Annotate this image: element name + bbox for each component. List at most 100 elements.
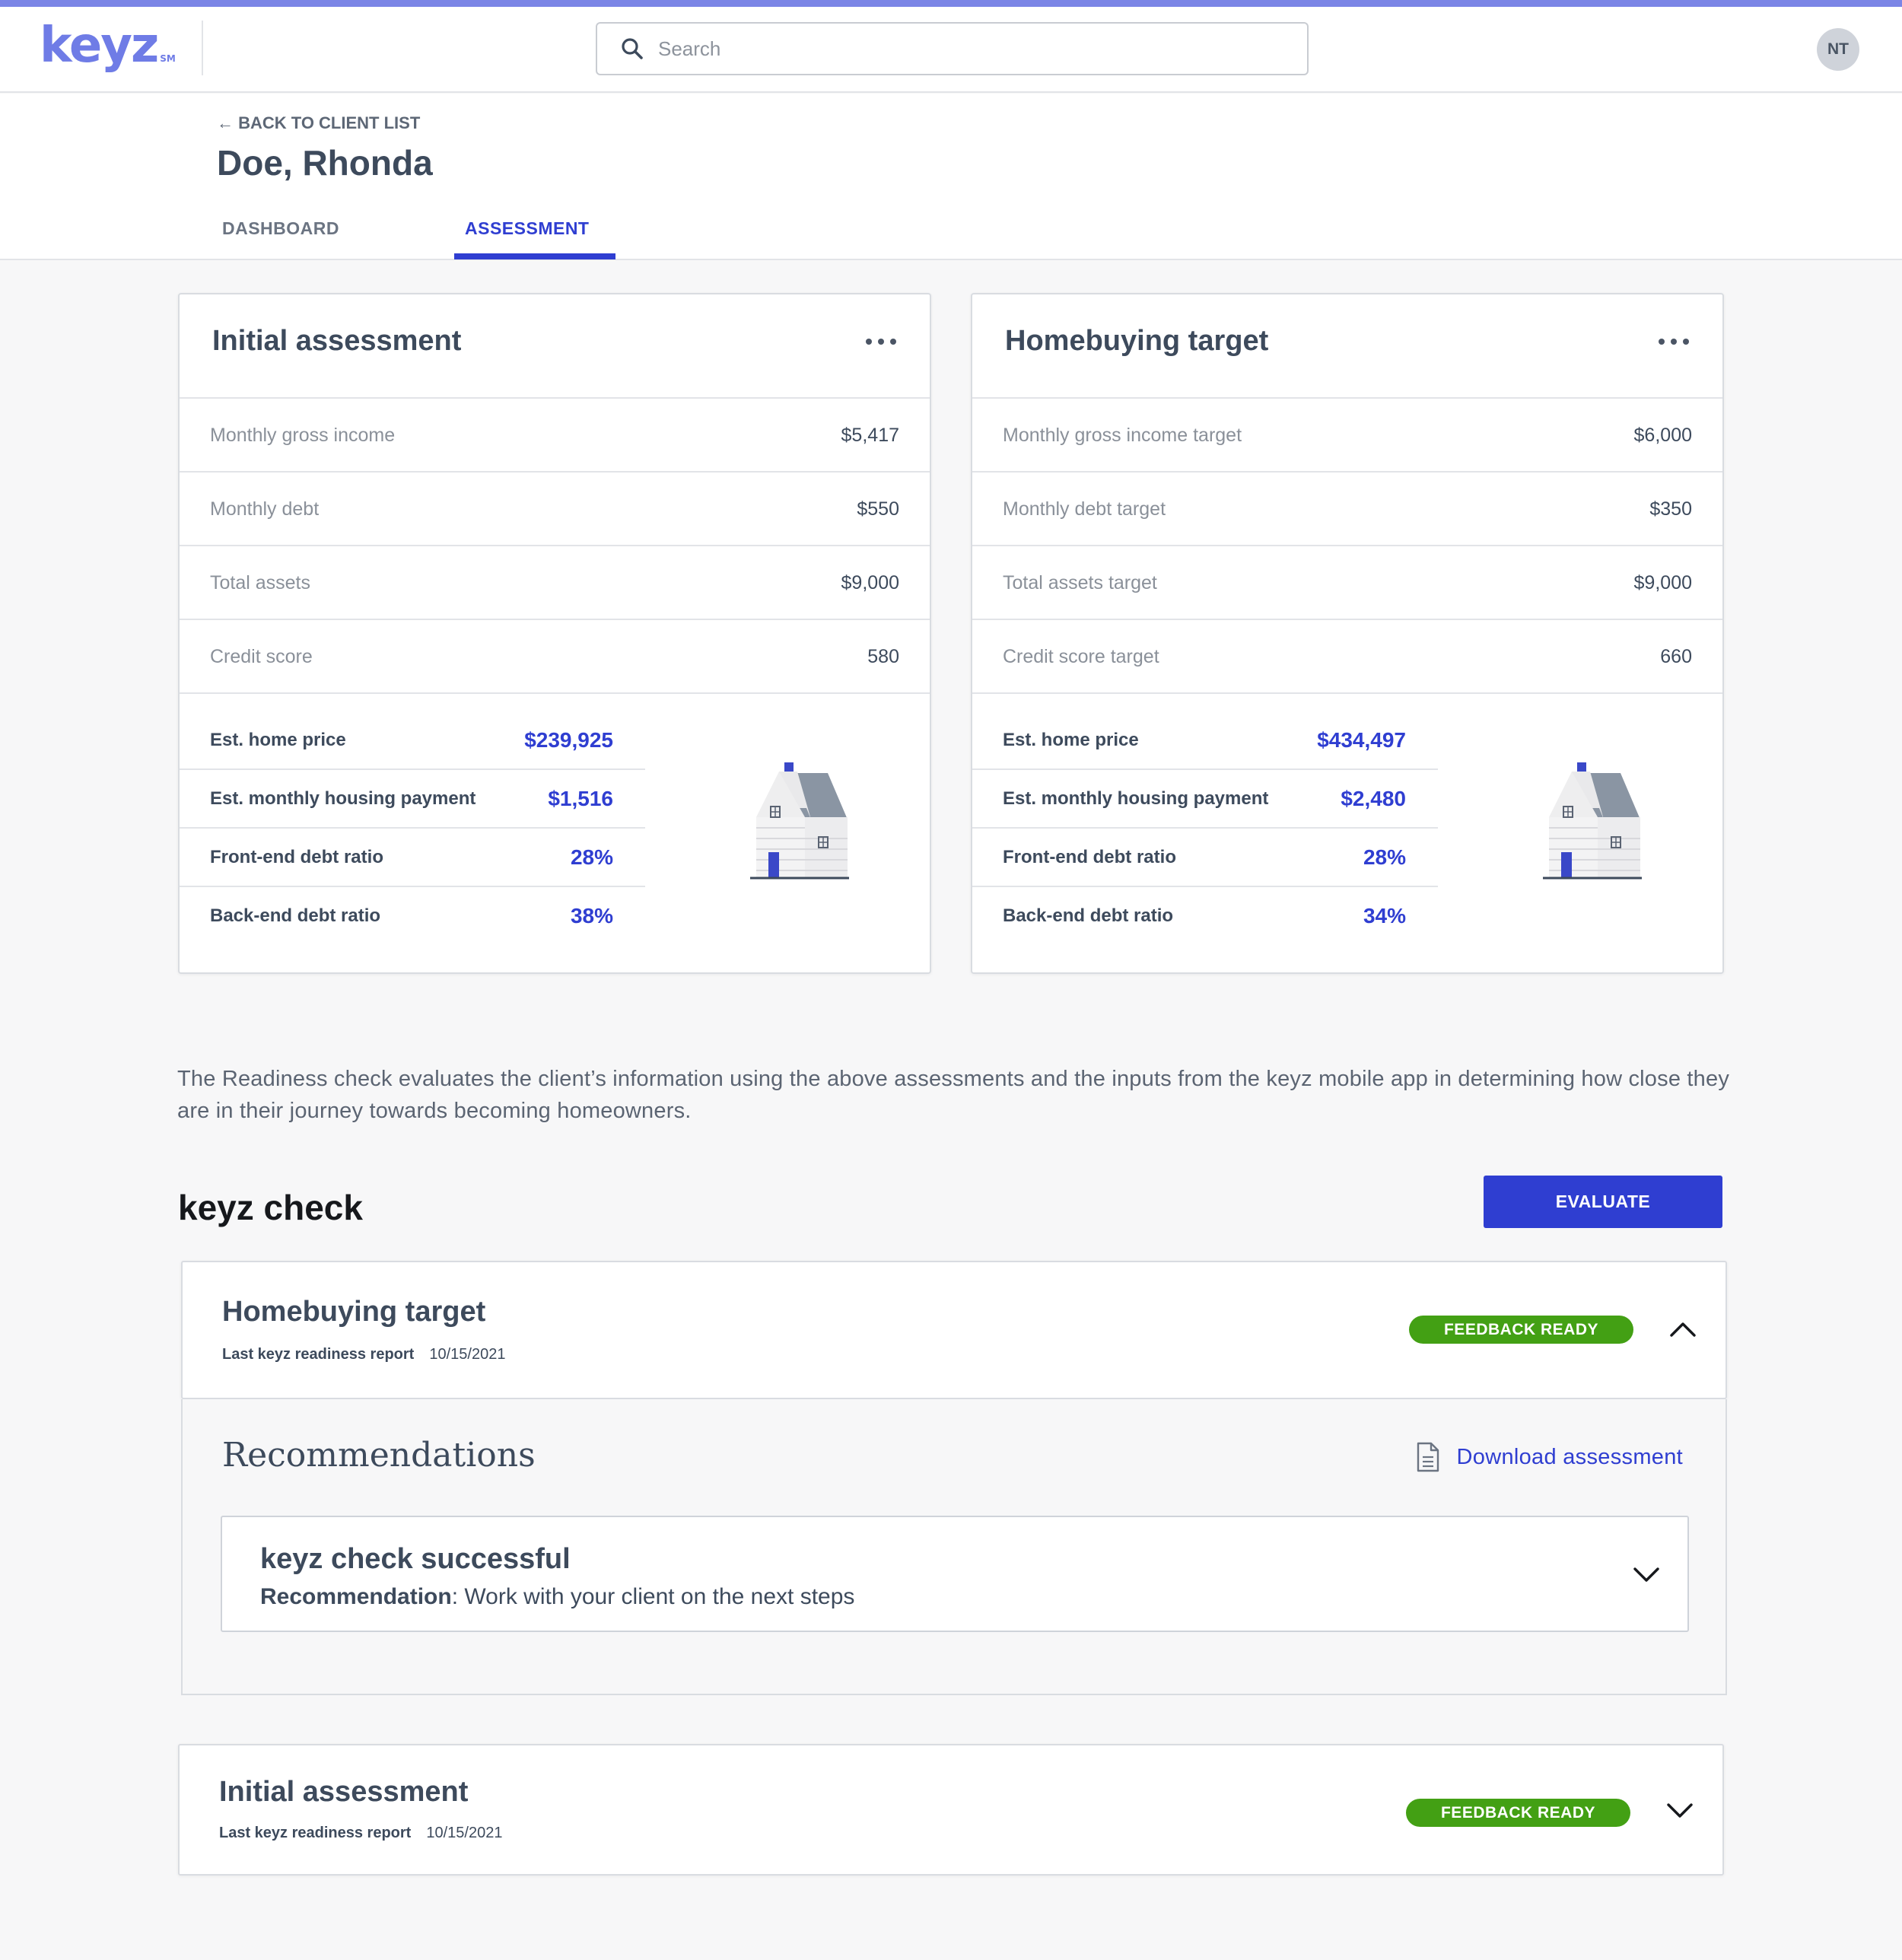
assessment-row: Credit score 580 <box>180 619 930 692</box>
search-box[interactable] <box>596 22 1309 75</box>
row-label: Total assets target <box>1003 572 1157 593</box>
estimate-row: Back-end debt ratio 38% <box>180 887 645 946</box>
row-value: 580 <box>867 646 899 667</box>
status-badge: FEEDBACK READY <box>1409 1316 1633 1344</box>
estimate-value: 28% <box>570 845 613 869</box>
row-value: 660 <box>1660 646 1692 667</box>
search-input[interactable] <box>658 37 1282 61</box>
card-title: Homebuying target <box>1005 325 1269 357</box>
document-icon <box>1417 1442 1439 1472</box>
row-divider <box>972 692 1722 694</box>
estimate-label: Est. monthly housing payment <box>1003 788 1269 809</box>
readiness-description: The Readiness check evaluates the client… <box>177 1067 1730 1123</box>
target-row: Total assets target $9,000 <box>972 545 1722 619</box>
last-report-meta: Last keyz readiness report 10/15/2021 <box>219 1825 502 1842</box>
row-label: Credit score <box>210 646 313 667</box>
evaluate-button[interactable]: EVALUATE <box>1484 1176 1722 1228</box>
estimate-value: 38% <box>570 904 613 928</box>
app-header: keyzSM NT <box>0 7 1902 93</box>
estimate-label: Front-end debt ratio <box>1003 847 1176 867</box>
initial-assessment-card: Initial assessment Monthly gross income … <box>178 293 931 974</box>
chevron-up-icon[interactable] <box>1668 1314 1698 1344</box>
last-report-date: 10/15/2021 <box>426 1825 503 1841</box>
estimate-value: $239,925 <box>524 728 613 752</box>
row-label: Credit score target <box>1003 646 1159 667</box>
estimate-value: $2,480 <box>1341 787 1406 810</box>
target-row: Monthly debt target $350 <box>972 471 1722 545</box>
house-icon <box>1543 762 1642 880</box>
estimate-value: 34% <box>1363 904 1406 928</box>
more-options-icon[interactable] <box>1659 334 1689 349</box>
keyz-check-title: keyz check <box>178 1188 363 1227</box>
row-label: Monthly gross income <box>210 425 396 446</box>
back-to-client-list-link[interactable]: ← BACK TO CLIENT LIST <box>217 113 420 133</box>
row-label: Total assets <box>210 572 311 593</box>
estimate-row: Front-end debt ratio 28% <box>972 829 1438 887</box>
row-value: $6,000 <box>1633 425 1692 446</box>
recommendation-card[interactable]: keyz check successful Recommendation: Wo… <box>221 1516 1689 1632</box>
tab-dashboard[interactable]: DASHBOARD <box>222 218 339 239</box>
card-title: Initial assessment <box>212 325 462 357</box>
header-divider <box>202 21 203 75</box>
row-value: $350 <box>1649 498 1692 520</box>
estimate-row: Est. home price $239,925 <box>180 711 645 770</box>
estimate-value: $1,516 <box>548 787 613 810</box>
recommendation-card-text: Recommendation: Work with your client on… <box>260 1584 854 1610</box>
client-name-title: Doe, Rhonda <box>217 143 433 183</box>
row-value: $9,000 <box>841 572 899 593</box>
user-avatar[interactable]: NT <box>1817 28 1859 71</box>
top-accent-stripe <box>0 0 1902 7</box>
keyz-check-homebuying-target-body: Recommendations Download assessment keyz… <box>181 1399 1727 1695</box>
estimate-label: Est. home price <box>210 730 346 750</box>
assessment-row: Monthly gross income $5,417 <box>180 397 930 471</box>
estimate-value: 28% <box>1363 845 1406 869</box>
tab-assessment[interactable]: ASSESSMENT <box>465 218 589 239</box>
assessment-row: Total assets $9,000 <box>180 545 930 619</box>
estimate-label: Est. monthly housing payment <box>210 788 476 809</box>
row-divider <box>180 692 930 694</box>
last-report-date: 10/15/2021 <box>429 1346 506 1363</box>
row-label: Monthly debt target <box>1003 498 1166 520</box>
keyz-check-initial-assessment[interactable]: Initial assessment Last keyz readiness r… <box>178 1744 1724 1876</box>
estimate-label: Est. home price <box>1003 730 1139 750</box>
accordion-title: Initial assessment <box>219 1776 469 1808</box>
keyz-check-homebuying-target-header[interactable]: Homebuying target Last keyz readiness re… <box>181 1261 1727 1399</box>
estimate-label: Front-end debt ratio <box>210 847 383 867</box>
estimate-row: Est. monthly housing payment $2,480 <box>972 770 1438 829</box>
chevron-down-icon[interactable] <box>1665 1796 1695 1826</box>
search-icon <box>622 38 643 59</box>
keyz-logo[interactable]: keyz SM <box>40 18 176 74</box>
estimate-row: Est. home price $434,497 <box>972 711 1438 770</box>
more-options-icon[interactable] <box>866 334 896 349</box>
logo-text: keyz <box>40 18 159 74</box>
recommendation-text: : Work with your client on the next step… <box>451 1584 855 1609</box>
client-header: ← BACK TO CLIENT LIST Doe, Rhonda DASHBO… <box>0 94 1902 260</box>
status-badge: FEEDBACK READY <box>1406 1799 1630 1827</box>
last-report-meta: Last keyz readiness report 10/15/2021 <box>222 1346 505 1363</box>
target-row: Credit score target 660 <box>972 619 1722 692</box>
last-report-label: Last keyz readiness report <box>219 1825 412 1841</box>
estimate-row: Back-end debt ratio 34% <box>972 887 1438 946</box>
assessment-row: Monthly debt $550 <box>180 471 930 545</box>
accordion-title: Homebuying target <box>222 1296 486 1328</box>
last-report-label: Last keyz readiness report <box>222 1346 415 1363</box>
house-icon <box>750 762 849 880</box>
active-tab-indicator <box>454 253 615 259</box>
estimate-label: Back-end debt ratio <box>1003 905 1174 926</box>
download-assessment-link[interactable]: Download assessment <box>1416 1442 1683 1472</box>
recommendation-label: Recommendation <box>260 1584 452 1609</box>
logo-service-mark: SM <box>160 53 176 64</box>
estimate-label: Back-end debt ratio <box>210 905 381 926</box>
homebuying-target-card: Homebuying target Monthly gross income t… <box>971 293 1724 974</box>
row-label: Monthly debt <box>210 498 320 520</box>
chevron-down-icon[interactable] <box>1631 1560 1662 1590</box>
target-row: Monthly gross income target $6,000 <box>972 397 1722 471</box>
recommendations-title: Recommendations <box>222 1436 536 1475</box>
estimate-row: Est. monthly housing payment $1,516 <box>180 770 645 829</box>
row-label: Monthly gross income target <box>1003 425 1242 446</box>
estimate-row: Front-end debt ratio 28% <box>180 829 645 887</box>
download-assessment-label: Download assessment <box>1456 1444 1683 1469</box>
row-value: $9,000 <box>1633 572 1692 593</box>
recommendation-card-title: keyz check successful <box>260 1543 571 1575</box>
estimate-value: $434,497 <box>1317 728 1406 752</box>
